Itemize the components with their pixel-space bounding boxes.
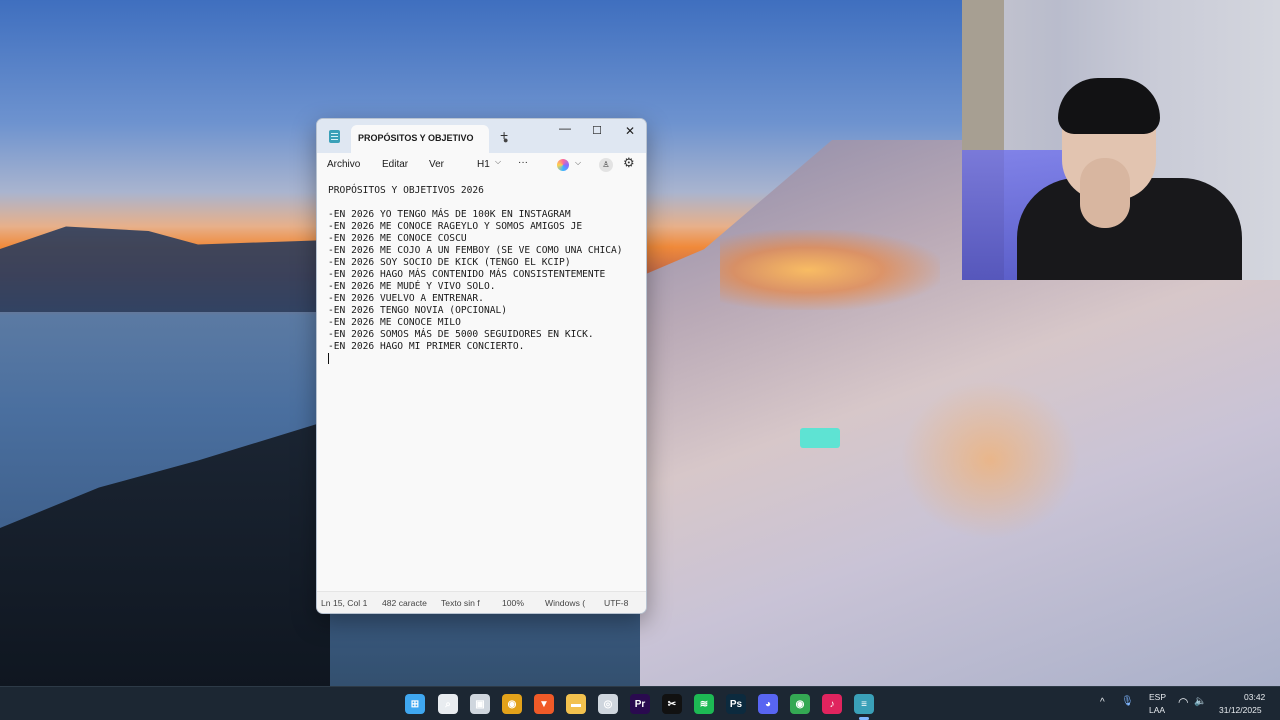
document-tab-title: PROPÓSITOS Y OBJETIVO <box>358 133 474 143</box>
wallpaper-pool <box>800 428 840 448</box>
tiktok-icon[interactable]: ♪ <box>822 694 842 714</box>
zoom-level[interactable]: 100% <box>502 598 530 608</box>
text-format[interactable]: Texto sin f <box>441 598 483 608</box>
heading-dropdown[interactable]: H1 <box>477 159 490 170</box>
webcam-person-hair <box>1058 78 1160 134</box>
minimize-button[interactable]: — <box>550 121 580 135</box>
menu-edit[interactable]: Editar <box>382 159 408 170</box>
gear-icon[interactable]: ⚙ <box>623 155 635 171</box>
heading-chevron-icon[interactable]: ⌵ <box>495 157 501 167</box>
editor-line: -EN 2026 TENGO NOVIA (OPCIONAL) <box>328 305 508 316</box>
copilot-chevron-icon[interactable]: ⌵ <box>575 158 581 168</box>
editor-line: -EN 2026 ME CONOCE MILO <box>328 317 461 328</box>
close-button[interactable]: ✕ <box>615 124 645 138</box>
menu-file[interactable]: Archivo <box>327 159 360 170</box>
wifi-icon[interactable]: ◠ <box>1178 695 1188 709</box>
editor-line <box>328 353 637 365</box>
chrome-icon[interactable]: ◉ <box>502 694 522 714</box>
capcut-icon[interactable]: ✂ <box>662 694 682 714</box>
editor-line: -EN 2026 VUELVO A ENTRENAR. <box>328 293 484 304</box>
more-options-button[interactable]: ··· <box>518 157 528 168</box>
microphone-icon[interactable]: 🎙 <box>1121 696 1134 707</box>
taskbar: ⊞ ⌕ ▣ ◉ ▼ ▬ ◎ Pr ✂ ≋ Ps ◕ ◉ ♪ ≡ ^ 🎙 ESP LAA ◠ 🔈 03:42 … <box>0 686 1280 720</box>
editor-line: -EN 2026 ME CONOCE COSCU <box>328 233 467 244</box>
status-bar: Ln 15, Col 1 482 caracte Texto sin f 100… <box>317 591 646 613</box>
editor-line: -EN 2026 HAGO MÁS CONTENIDO MÁS CONSISTE… <box>328 269 606 280</box>
menu-bar: Archivo Editar Ver H1 ⌵ ··· ⌵ ♙ ⚙ <box>317 153 646 177</box>
discord-icon[interactable]: ◕ <box>758 694 778 714</box>
new-tab-button[interactable]: + <box>500 127 508 143</box>
maximize-button[interactable]: ☐ <box>582 124 612 137</box>
copilot-icon[interactable] <box>557 159 569 171</box>
start-icon[interactable]: ⊞ <box>405 694 425 714</box>
character-count: 482 caracte <box>382 598 427 608</box>
menu-view[interactable]: Ver <box>429 159 444 170</box>
obs-icon[interactable]: ◎ <box>598 694 618 714</box>
wallpaper-left-cliff <box>0 420 330 686</box>
webcam-person-hand <box>1080 158 1130 228</box>
premiere-icon[interactable]: Pr <box>630 694 650 714</box>
editor-line: -EN 2026 ME CONOCE RAGEYLO Y SOMOS AMIGO… <box>328 221 583 232</box>
clock-time[interactable]: 03:42 <box>1244 692 1265 702</box>
editor-line: -EN 2026 SOY SOCIO DE KICK (TENGO EL KCI… <box>328 257 571 268</box>
text-caret <box>328 353 329 364</box>
notepad-icon[interactable]: ≡ <box>854 694 874 714</box>
editor-line: -EN 2026 HAGO MI PRIMER CONCIERTO. <box>328 341 525 352</box>
task-view-icon[interactable]: ▣ <box>470 694 490 714</box>
editor-line: PROPÓSITOS Y OBJETIVOS 2026 <box>328 185 484 196</box>
search-icon[interactable]: ⌕ <box>438 694 458 714</box>
editor-line: -EN 2026 YO TENGO MÁS DE 100K EN INSTAGR… <box>328 209 571 220</box>
account-icon[interactable]: ♙ <box>599 158 613 172</box>
brave-icon[interactable]: ▼ <box>534 694 554 714</box>
notepad-window[interactable]: PROPÓSITOS Y OBJETIVO ● + — ☐ ✕ Archivo … <box>316 118 647 614</box>
notepad-app-icon <box>329 130 340 143</box>
editor-line: -EN 2026 SOMOS MÁS DE 5000 SEGUIDORES EN… <box>328 329 594 340</box>
cursor-position: Ln 15, Col 1 <box>321 598 368 608</box>
clock-date[interactable]: 31/12/2025 <box>1219 705 1262 715</box>
chrome-2-icon[interactable]: ◉ <box>790 694 810 714</box>
editor-line: -EN 2026 ME MUDÉ Y VIVO SOLO. <box>328 281 496 292</box>
webcam-overlay <box>962 0 1280 280</box>
wallpaper-far-hills <box>0 226 330 312</box>
notepad-titlebar[interactable]: PROPÓSITOS Y OBJETIVO ● + — ☐ ✕ <box>317 119 646 153</box>
volume-icon[interactable]: 🔈 <box>1194 696 1206 707</box>
wallpaper-village-lights-lower <box>900 380 1080 540</box>
keyboard-layout[interactable]: LAA <box>1149 705 1165 715</box>
document-tab[interactable]: PROPÓSITOS Y OBJETIVO ● <box>351 125 508 153</box>
spotify-icon[interactable]: ≋ <box>694 694 714 714</box>
tray-overflow-chevron-icon[interactable]: ^ <box>1100 697 1105 708</box>
wallpaper-village-lights <box>720 230 940 310</box>
file-explorer-icon[interactable]: ▬ <box>566 694 586 714</box>
photoshop-icon[interactable]: Ps <box>726 694 746 714</box>
line-ending[interactable]: Windows ( <box>545 598 589 608</box>
language-code[interactable]: ESP <box>1149 692 1166 702</box>
encoding[interactable]: UTF-8 <box>604 598 636 608</box>
editor-line: -EN 2026 ME COJO A UN FEMBOY (SE VE COMO… <box>328 245 623 256</box>
text-editor[interactable]: PROPÓSITOS Y OBJETIVOS 2026 -EN 2026 YO T… <box>317 177 646 593</box>
